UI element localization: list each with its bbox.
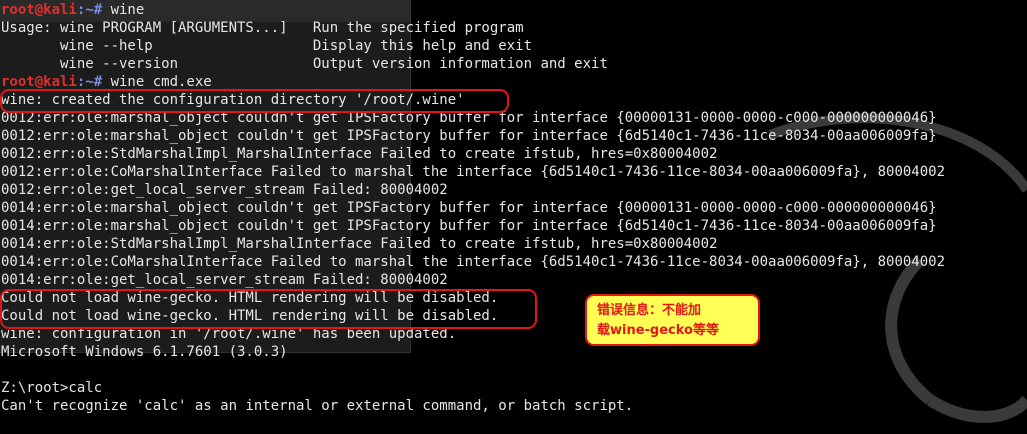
output-line: wine: configuration in '/root/.wine' has… bbox=[1, 326, 457, 342]
output-line: Can't recognize 'calc' as an internal or… bbox=[1, 398, 634, 414]
prompt-line: root@kali:~# wine cmd.exe bbox=[1, 73, 1026, 91]
output-line: Z:\root>calc bbox=[1, 380, 103, 396]
prompt-user: root@kali bbox=[1, 2, 77, 18]
output-line: Could not load wine-gecko. HTML renderin… bbox=[1, 308, 499, 324]
output-line: 0012:err:ole:marshal_object couldn't get… bbox=[1, 128, 937, 144]
output-line: Microsoft Windows 6.1.7601 (3.0.3) bbox=[1, 344, 288, 360]
output-line: wine: created the configuration director… bbox=[1, 92, 465, 108]
output-line: 0012:err:ole:marshal_object couldn't get… bbox=[1, 110, 937, 126]
output-line: 0012:err:ole:CoMarshalInterface Failed t… bbox=[1, 164, 946, 180]
output-line: 0014:err:ole:marshal_object couldn't get… bbox=[1, 200, 937, 216]
command-text: wine cmd.exe bbox=[110, 74, 212, 90]
prompt-line: root@kali:~# wine bbox=[1, 1, 1026, 19]
output-line: wine --help Display this help and exit bbox=[1, 38, 533, 54]
command-text: wine bbox=[110, 2, 145, 18]
output-line: 0014:err:ole:get_local_server_stream Fai… bbox=[1, 272, 448, 288]
prompt-path: :~# bbox=[76, 2, 111, 18]
output-line: 0014:err:ole:StdMarshalImpl_MarshalInter… bbox=[1, 236, 718, 252]
annotation-callout: 错误信息：不能加 载wine-gecko等等 bbox=[585, 294, 760, 346]
output-line: 0014:err:ole:CoMarshalInterface Failed t… bbox=[1, 254, 946, 270]
callout-line-2: 载wine-gecko等等 bbox=[597, 323, 719, 338]
output-line: Could not load wine-gecko. HTML renderin… bbox=[1, 290, 499, 306]
output-line: 0012:err:ole:get_local_server_stream Fai… bbox=[1, 182, 448, 198]
output-line: Usage: wine PROGRAM [ARGUMENTS...] Run t… bbox=[1, 20, 524, 36]
output-line: 0012:err:ole:StdMarshalImpl_MarshalInter… bbox=[1, 146, 718, 162]
terminal-output: root@kali:~# wine Usage: wine PROGRAM [AR… bbox=[1, 1, 1026, 415]
prompt-user: root@kali bbox=[1, 74, 77, 90]
output-line: 0014:err:ole:marshal_object couldn't get… bbox=[1, 218, 937, 234]
output-line: wine --version Output version informatio… bbox=[1, 56, 608, 72]
callout-line-1: 错误信息：不能加 bbox=[597, 303, 702, 318]
prompt-path: :~# bbox=[76, 74, 111, 90]
